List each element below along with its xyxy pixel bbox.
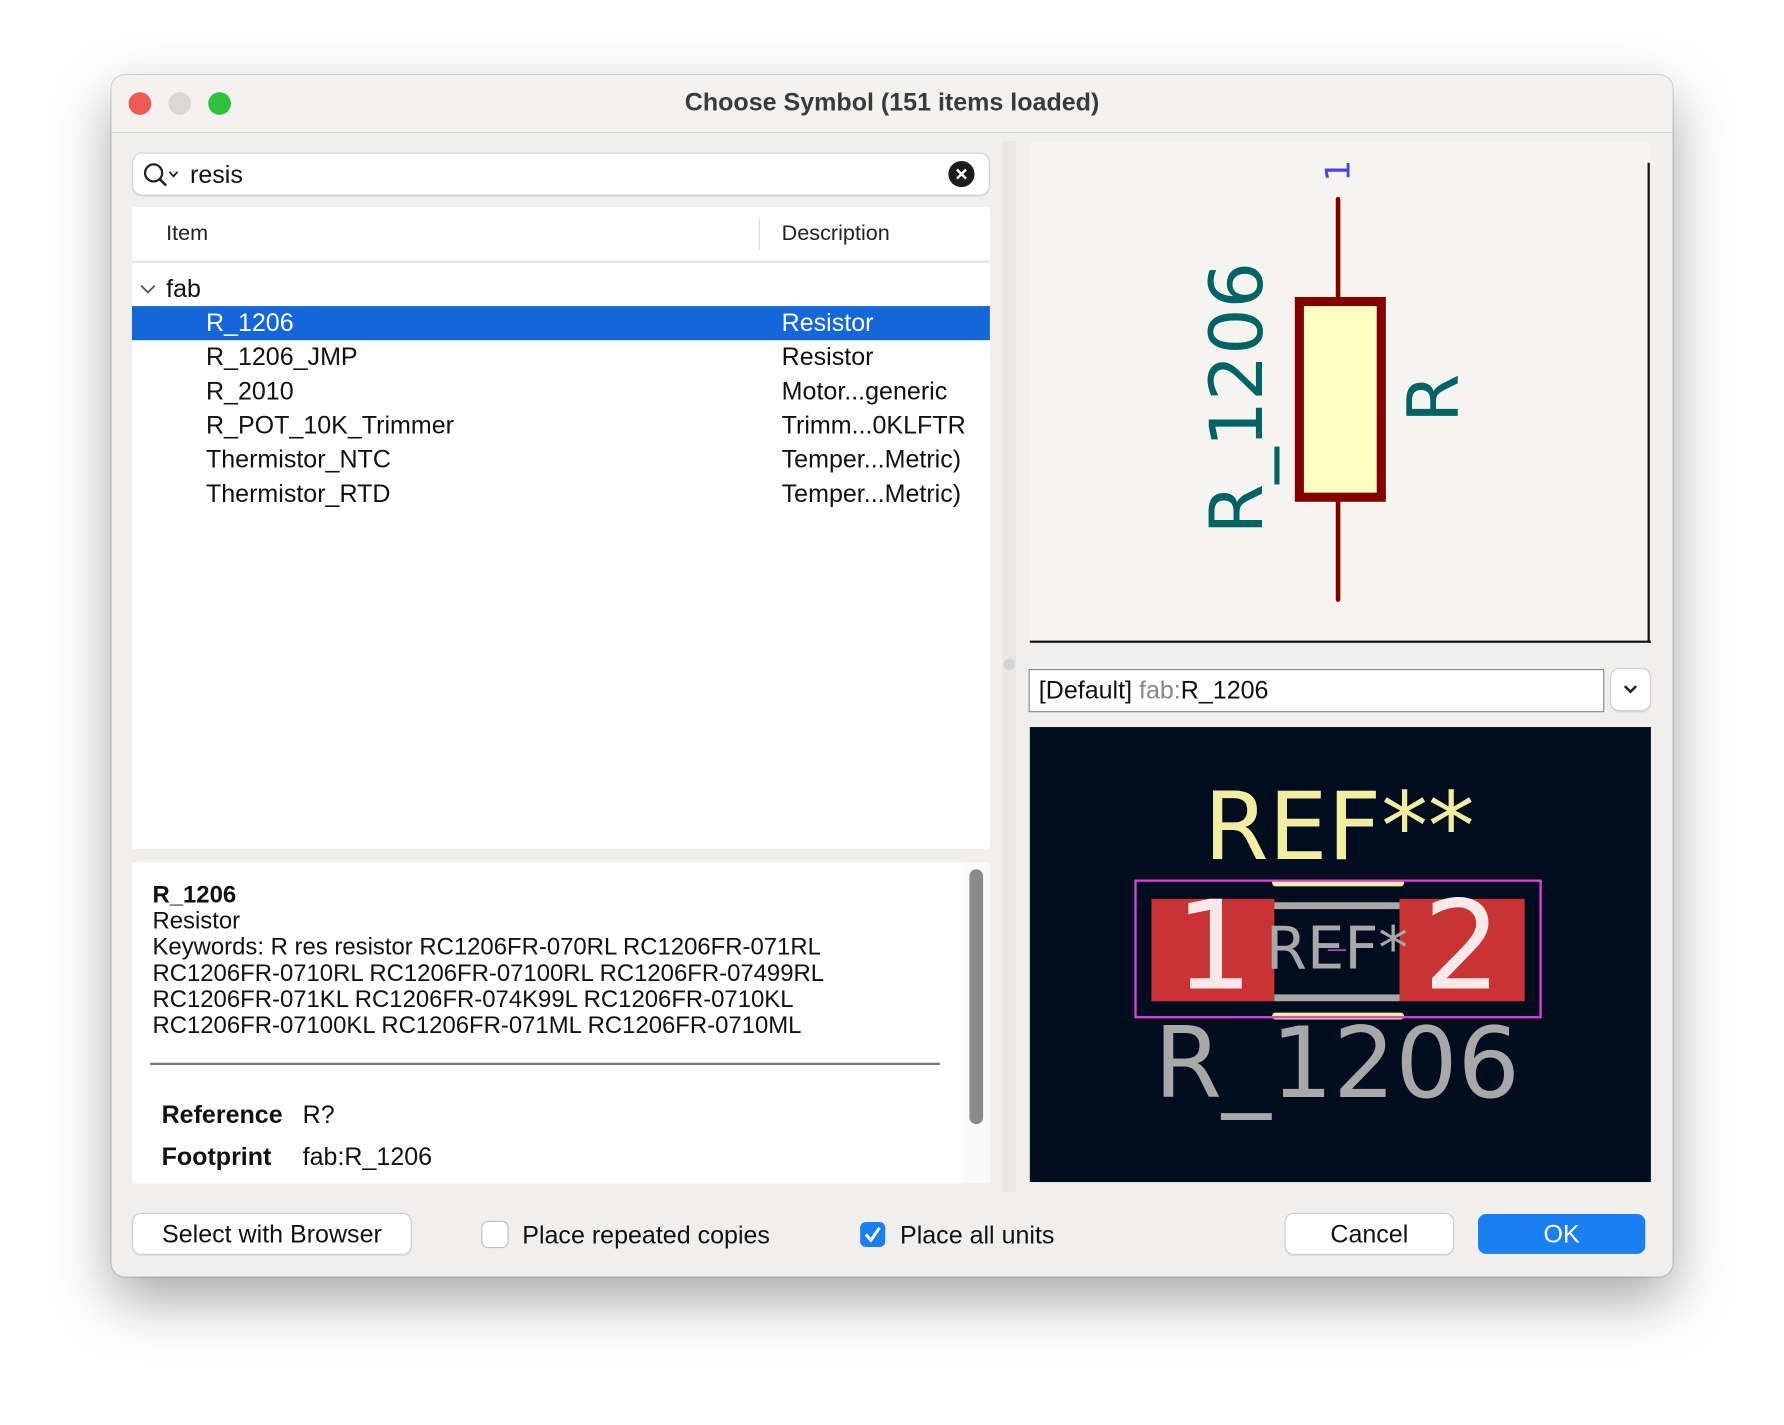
resistor-body	[1294, 296, 1386, 502]
footprint-select-prefix: [Default]	[1038, 675, 1133, 705]
symbol-name: R_1206	[205, 308, 294, 337]
symbol-row[interactable]: R_POT_10K_Trimmer Trimm...0KLFTR	[132, 408, 990, 442]
symbol-row[interactable]: R_1206_JMP Resistor	[132, 340, 990, 374]
footprint-dropdown-button[interactable]	[1611, 669, 1650, 710]
footprint-preview: REF** REF* 1 2 R_1206	[1029, 727, 1651, 1183]
column-header-item[interactable]: Item	[166, 222, 208, 247]
window-title: Choose Symbol (151 items loaded)	[684, 87, 1100, 117]
place-repeated-copies-checkbox[interactable]	[482, 1221, 508, 1248]
symbol-ref-text: R	[1393, 374, 1475, 423]
symbol-name: R_1206_JMP	[205, 342, 358, 371]
symbol-description: Resistor	[781, 308, 874, 337]
chevron-down-icon	[1623, 685, 1638, 694]
symbol-row[interactable]: Thermistor_RTD Temper...Metric)	[132, 477, 990, 511]
symbol-row[interactable]: R_1206 Resistor	[131, 306, 990, 341]
footprint-value: fab:R_1206	[302, 1142, 433, 1171]
search-box[interactable]	[133, 153, 989, 195]
column-header-description[interactable]: Description	[782, 222, 890, 247]
pad-2-number: 2	[1423, 875, 1501, 1018]
details-keywords: Keywords: R res resistor RC1206FR-070RL …	[152, 934, 824, 1039]
keywords-line: RC1206FR-071KL RC1206FR-074K99L RC1206FR…	[152, 986, 794, 1013]
symbol-description: Motor...generic	[781, 376, 948, 406]
keywords-line: RC1206FR-0710RL RC1206FR-07100RL RC1206F…	[152, 960, 825, 987]
title-bar: Choose Symbol (151 items loaded)	[111, 75, 1673, 134]
symbol-description: Temper...Metric)	[781, 444, 962, 474]
pad-1-number: 1	[1175, 875, 1253, 1018]
checkmark-icon	[864, 1226, 881, 1243]
symbol-preview: R_1206 R 1 2	[1029, 142, 1651, 643]
details-scrollbar-thumb[interactable]	[969, 869, 984, 1125]
place-repeated-copies-label[interactable]: Place repeated copies	[522, 1221, 770, 1251]
group-label: fab	[166, 274, 201, 303]
footprint-select-name: R_1206	[1180, 675, 1269, 705]
pin-number-top: 1	[1318, 160, 1358, 182]
keywords-line: RC1206FR-07100KL RC1206FR-071ML RC1206FR…	[152, 1012, 802, 1039]
symbol-description: Resistor	[781, 342, 874, 371]
footprint-ref-text: REF**	[1204, 773, 1475, 882]
symbol-name: Thermistor_NTC	[205, 444, 391, 474]
chevron-down-icon[interactable]	[139, 282, 157, 296]
symbol-row[interactable]: Thermistor_NTC Temper...Metric)	[132, 443, 990, 477]
tree-group-fab[interactable]: fab	[132, 272, 990, 306]
column-divider[interactable]	[758, 218, 761, 251]
reference-label: Reference	[161, 1100, 283, 1129]
search-icon	[143, 163, 179, 187]
symbol-description: Temper...Metric)	[781, 479, 962, 508]
symbol-row[interactable]: R_2010 Motor...generic	[132, 374, 990, 408]
footprint-select-lib: fab:	[1139, 675, 1181, 705]
place-all-units-label[interactable]: Place all units	[900, 1221, 1054, 1251]
splitter[interactable]	[1002, 141, 1017, 1193]
footprint-fab-ref: REF*	[1266, 913, 1408, 982]
symbol-details: R_1206 Resistor Keywords: R res resistor…	[131, 862, 963, 1184]
clear-icon[interactable]	[948, 160, 975, 188]
footprint-value-text: R_1206	[1154, 1007, 1520, 1121]
place-all-units-checkbox[interactable]	[860, 1221, 886, 1248]
details-scrollbar-track[interactable]	[962, 862, 990, 1184]
symbol-description: Trimm...0KLFTR	[781, 410, 966, 440]
details-divider	[150, 1062, 940, 1065]
symbol-tree[interactable]: Item Description fab R_1206 Resistor R_120…	[131, 207, 990, 849]
reference-value: R?	[302, 1100, 335, 1129]
choose-symbol-dialog: Choose Symbol (151 items loaded) Item De…	[111, 75, 1673, 1277]
footprint-select[interactable]: [Default] fab:R_1206	[1028, 669, 1605, 713]
search-input[interactable]	[187, 158, 932, 193]
symbol-name: Thermistor_RTD	[205, 479, 391, 508]
keywords-line: Keywords: R res resistor RC1206FR-070RL …	[152, 934, 821, 961]
details-description: Resistor	[152, 907, 241, 935]
symbol-name: R_POT_10K_Trimmer	[205, 410, 454, 440]
footprint-label: Footprint	[161, 1142, 272, 1171]
symbol-name: R_2010	[205, 376, 294, 406]
symbol-value-text: R_1206	[1195, 262, 1280, 534]
ok-button[interactable]: OK	[1478, 1214, 1646, 1254]
cancel-button[interactable]: Cancel	[1285, 1214, 1453, 1254]
tree-header: Item Description	[131, 207, 990, 263]
details-name: R_1206	[152, 881, 237, 908]
splitter-handle[interactable]	[1003, 658, 1015, 671]
select-with-browser-button[interactable]: Select with Browser	[133, 1214, 411, 1254]
